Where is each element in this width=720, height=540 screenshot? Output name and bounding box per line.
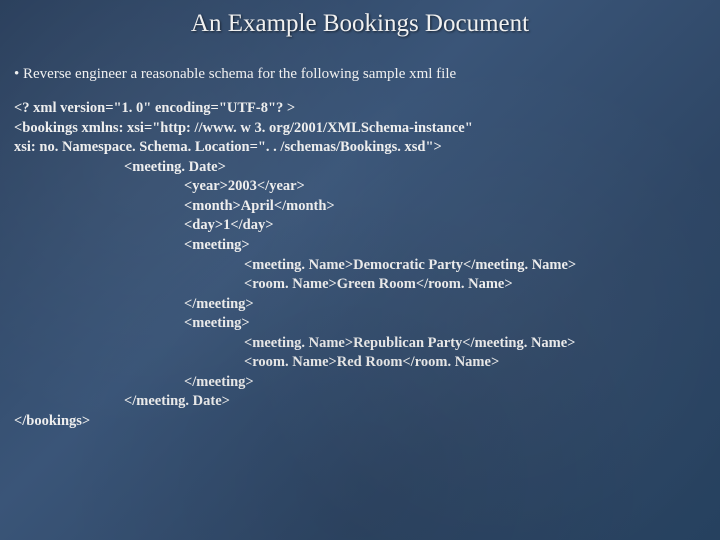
bullet-text: • Reverse engineer a reasonable schema f… (0, 66, 720, 83)
xml-line: </meeting> (14, 373, 706, 393)
xml-line: <day>1</day> (14, 216, 706, 236)
xml-line: <meeting. Name>Democratic Party</meeting… (14, 256, 706, 276)
xml-line: <month>April</month> (14, 197, 706, 217)
xml-line: xsi: no. Namespace. Schema. Location=". … (14, 138, 706, 158)
xml-line: </bookings> (14, 412, 706, 432)
xml-line: <meeting> (14, 236, 706, 256)
xml-code-block: <? xml version="1. 0" encoding="UTF-8"? … (0, 99, 720, 432)
xml-line: <room. Name>Green Room</room. Name> (14, 275, 706, 295)
xml-line: <meeting. Date> (14, 158, 706, 178)
xml-line: </meeting. Date> (14, 392, 706, 412)
xml-line: <? xml version="1. 0" encoding="UTF-8"? … (14, 99, 706, 119)
slide-title: An Example Bookings Document (0, 0, 720, 38)
xml-line: <year>2003</year> (14, 177, 706, 197)
xml-line: <bookings xmlns: xsi="http: //www. w 3. … (14, 119, 706, 139)
xml-line: <meeting. Name>Republican Party</meeting… (14, 334, 706, 354)
xml-line: <room. Name>Red Room</room. Name> (14, 353, 706, 373)
xml-line: </meeting> (14, 295, 706, 315)
xml-line: <meeting> (14, 314, 706, 334)
